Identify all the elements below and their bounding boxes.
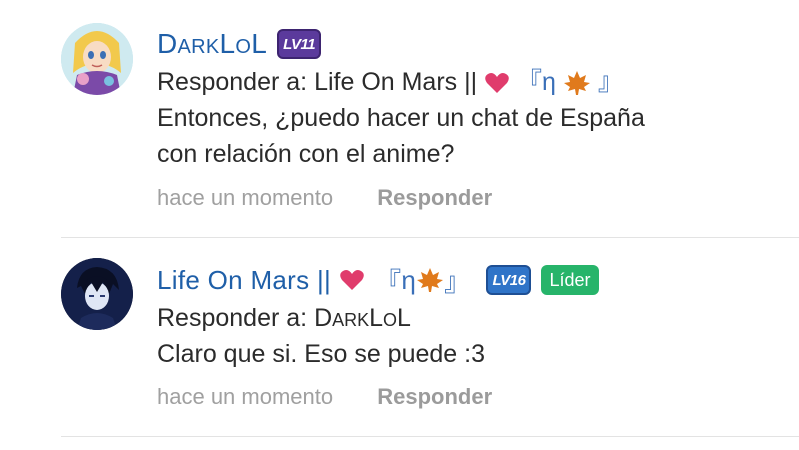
username-link[interactable]: DarkLoL <box>157 28 267 60</box>
comment-body-line: con relación con el anime? <box>157 140 455 168</box>
leader-role-badge: Líder <box>541 265 599 295</box>
comment-meta: hace un momento Responder <box>157 185 492 211</box>
reply-prefix: Responder a: <box>157 304 308 332</box>
comment-item: Life On Mars || 『η 』 LV16 Líder Responde… <box>0 238 799 436</box>
bracket-open: 『 <box>517 68 543 96</box>
reply-button[interactable]: Responder <box>377 384 492 409</box>
comment-content: Life On Mars || 『η 』 LV16 Líder Responde… <box>157 260 779 372</box>
comment-thread: DarkLoL LV11 Responder a: Life On Mars |… <box>0 0 799 450</box>
reply-reference: Responder a: DarkLoL <box>157 300 779 336</box>
reply-reference: Responder a: Life On Mars || 『η 』 <box>157 64 779 100</box>
comment-body-line: Entonces, ¿puedo hacer un chat de España <box>157 104 645 132</box>
username-decoration: 『η 』 <box>339 262 470 299</box>
user-avatar[interactable] <box>61 23 133 95</box>
bracket-open: 『 <box>375 266 402 297</box>
comment-content: DarkLoL LV11 Responder a: Life On Mars |… <box>157 24 779 172</box>
maple-leaf-icon <box>563 71 590 96</box>
comment-header: DarkLoL LV11 <box>157 24 779 64</box>
reply-prefix: Responder a: <box>157 68 308 96</box>
comment-meta: hace un momento Responder <box>157 384 492 410</box>
comment-item: DarkLoL LV11 Responder a: Life On Mars |… <box>0 0 799 237</box>
comment-timestamp: hace un momento <box>157 384 334 409</box>
user-avatar[interactable] <box>61 258 133 330</box>
avatar-anime-girl-icon <box>61 23 133 95</box>
comment-timestamp: hace un momento <box>157 185 334 210</box>
level-badge: LV16 <box>486 265 532 295</box>
reply-target-name[interactable]: DarkLoL <box>314 304 411 332</box>
heart-icon <box>340 270 364 290</box>
eta-symbol: η <box>401 264 417 295</box>
reply-button[interactable]: Responder <box>377 185 492 210</box>
comment-header: Life On Mars || 『η 』 LV16 Líder <box>157 260 779 300</box>
heart-icon <box>485 73 509 94</box>
eta-symbol: η <box>542 68 556 96</box>
comment-body-line: Claro que si. Eso se puede :3 <box>157 340 485 368</box>
bracket-close: 』 <box>444 266 471 297</box>
reply-target-name[interactable]: Life On Mars || <box>314 68 477 96</box>
username-link[interactable]: Life On Mars || <box>157 265 331 296</box>
bracket-close: 』 <box>597 68 623 96</box>
level-badge: LV11 <box>277 29 322 59</box>
maple-leaf-icon <box>417 268 444 292</box>
divider <box>61 436 799 437</box>
avatar-dark-hair-boy-icon <box>61 258 133 330</box>
